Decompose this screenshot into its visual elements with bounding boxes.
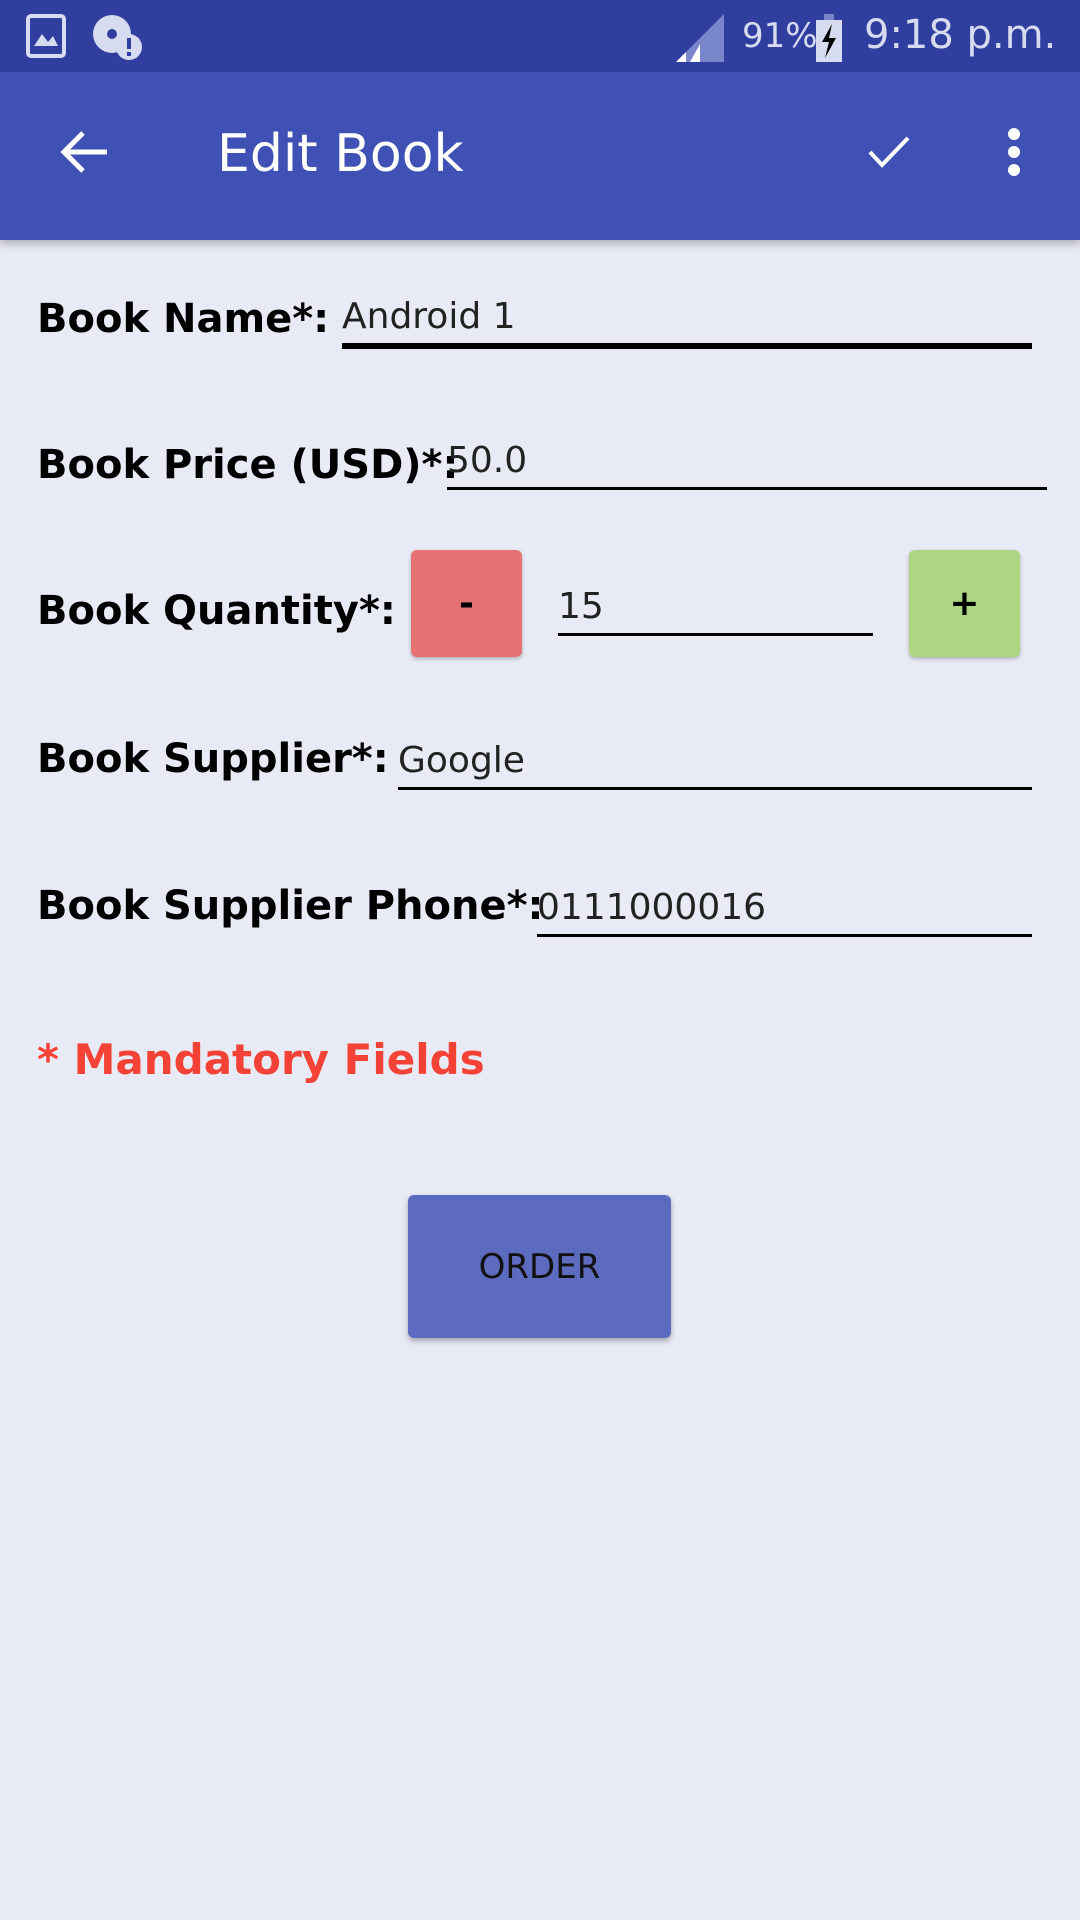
increase-quantity-button[interactable]: + [909,550,1020,657]
book-price-input[interactable] [447,440,1047,490]
arrow-back-icon [60,131,107,173]
disc-alert-icon [93,15,142,60]
signal-icon [676,14,724,62]
supplier-phone-input[interactable] [537,887,1032,937]
status-bar: 91% 9:18 p.m. [0,0,1080,72]
supplier-phone-label: Book Supplier Phone*: [37,883,544,929]
book-name-input[interactable] [342,296,1032,349]
battery-percent: 91% [742,16,818,56]
book-price-label: Book Price (USD)*: [37,442,459,488]
book-supplier-label: Book Supplier*: [37,736,389,782]
mandatory-fields-note: * Mandatory Fields [37,1035,485,1084]
page-title: Edit Book [217,124,464,184]
book-quantity-label: Book Quantity*: [37,588,396,634]
clock: 9:18 p.m. [864,12,1057,58]
app-toolbar: Edit Book [0,72,1080,240]
more-vert-icon [1008,128,1020,176]
order-button[interactable]: ORDER [408,1195,671,1338]
gallery-notification-icon [26,14,66,58]
book-name-label: Book Name*: [37,296,330,342]
back-button[interactable] [44,112,124,192]
book-supplier-input[interactable] [398,740,1032,790]
overflow-menu-button[interactable] [974,112,1054,192]
book-quantity-input[interactable] [558,586,873,636]
save-button[interactable] [849,112,929,192]
decrease-quantity-button[interactable]: - [411,550,522,657]
battery-charging-icon [816,14,842,62]
check-icon [868,136,910,168]
